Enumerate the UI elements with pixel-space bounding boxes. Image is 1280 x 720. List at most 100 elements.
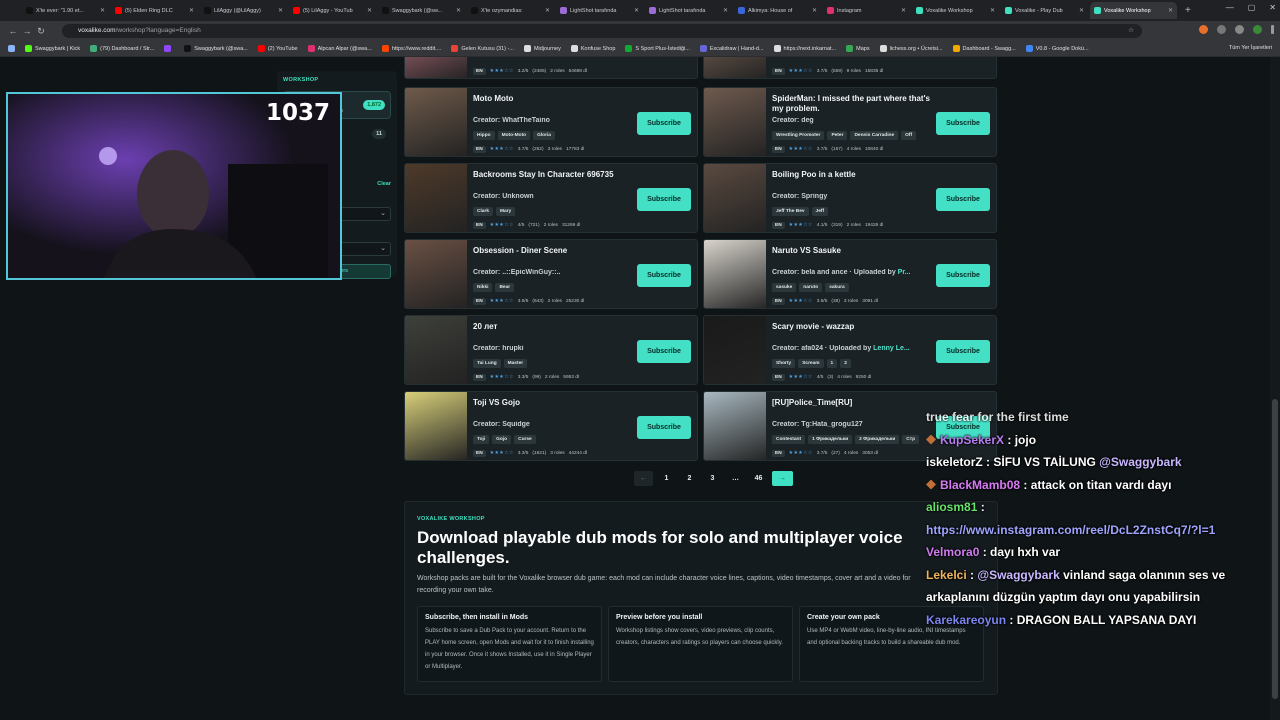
url-input[interactable]: voxalike.com/workshop?language=English ☆ [62,24,1142,38]
browser-tab[interactable]: Voxalike - Play Dub ✕ [1001,2,1088,19]
mod-thumbnail[interactable] [704,240,766,308]
browser-tab[interactable]: (5) LilAggy - YouTub ✕ [289,2,376,19]
subscribe-button[interactable]: Subscribe [637,264,691,287]
bookmark-item[interactable]: https://www.reddit.... [381,45,441,52]
puzzle-icon[interactable] [1217,25,1226,34]
new-tab-icon[interactable]: + [1185,5,1191,16]
subscribe-button[interactable]: Subscribe [637,416,691,439]
page-link[interactable]: 2 [680,471,699,486]
browser-tab[interactable]: X'te ever: "1.90 et... ✕ [22,2,109,19]
close-tab-icon[interactable]: ✕ [1168,7,1173,14]
mod-thumbnail[interactable] [704,392,766,460]
extension-icon[interactable] [1199,25,1208,34]
mod-thumbnail[interactable] [704,164,766,232]
mod-title[interactable]: Obsession - Diner Scene [473,246,633,256]
mod-title[interactable]: Boiling Poo in a kettle [772,170,932,180]
apps-icon[interactable] [8,45,15,52]
close-tab-icon[interactable]: ✕ [456,7,461,14]
browser-tab[interactable]: (5) Elden Ring DLC ✕ [111,2,198,19]
browser-tab[interactable]: Voxalike Workshop ✕ [1090,2,1177,19]
subscribe-button[interactable]: Subscribe [637,340,691,363]
profile-avatar[interactable] [1253,25,1262,34]
prev-page-button[interactable]: ← [634,471,653,486]
close-tab-icon[interactable]: ✕ [634,7,639,14]
bookmark-item[interactable]: (2) YouTube [257,45,298,52]
mod-card[interactable]: EN ★★★☆☆ 3.7/5 (559) 9 roles 15835 dl [703,57,997,79]
mod-card[interactable]: Scary movie - wazzap Creator: afa024 · Up… [703,315,997,385]
forward-icon[interactable]: → [20,26,34,36]
bookmark-item[interactable]: (79) Dashboard / Str... [90,45,154,52]
maximize-icon[interactable]: ▢ [1248,3,1256,12]
bookmark-item[interactable]: Swaggybark | Kick [25,45,80,52]
mod-card[interactable]: Boiling Poo in a kettle Creator: Springy J… [703,163,997,233]
subscribe-button[interactable]: Subscribe [936,188,990,211]
menu-icon[interactable] [1271,25,1274,34]
page-link[interactable]: 46 [749,471,768,486]
mod-thumbnail[interactable] [405,164,467,232]
all-bookmarks[interactable]: Tüm Yer İşaretleri [1229,45,1272,51]
browser-tab[interactable]: Alkimya: House of ✕ [734,2,821,19]
mod-card[interactable]: Naruto VS Sasuke Creator: bela and ance ·… [703,239,997,309]
bookmark-item[interactable]: Midjourney [523,45,561,52]
mod-thumbnail[interactable] [704,316,766,384]
mod-title[interactable]: 20 лет [473,322,633,332]
bookmark-item[interactable]: Konfuse Shop [570,45,615,52]
mod-card[interactable]: Backrooms Stay In Character 696735 Creato… [404,163,698,233]
page-scrollbar[interactable] [1270,57,1280,720]
bookmark-item[interactable]: Alpcan Alpar (@swa... [307,45,372,52]
download-icon[interactable] [1235,25,1244,34]
mod-card[interactable]: SpiderMan: I missed the part where that'… [703,87,997,157]
mod-card[interactable]: Toji VS Gojo Creator: Squidge Toji Gojo Curs… [404,391,698,461]
close-tab-icon[interactable]: ✕ [545,7,550,14]
subscribe-button[interactable]: Subscribe [936,340,990,363]
bookmark-item[interactable]: Dashboard - Swagg... [952,45,1016,52]
bookmark-item[interactable]: Maps [846,45,870,52]
mod-title[interactable]: [RU]Police_Time[RU] [772,398,932,408]
bookmark-item[interactable]: S Sport Plus-İstediği... [625,45,690,52]
mod-thumbnail[interactable] [405,316,467,384]
close-window-icon[interactable]: ✕ [1269,3,1276,12]
uploader-link[interactable]: Lenny Le... [873,345,910,352]
bookmark-item[interactable]: Swaggybark (@swa... [184,45,248,52]
bookmark-star-icon[interactable]: ☆ [1128,24,1134,38]
close-tab-icon[interactable]: ✕ [990,7,995,14]
close-tab-icon[interactable]: ✕ [278,7,283,14]
clear-filters-link[interactable]: Clear [377,181,391,187]
mod-thumbnail[interactable] [704,88,766,156]
browser-tab[interactable]: Swaggybark (@sw... ✕ [378,2,465,19]
mod-thumbnail[interactable] [405,392,467,460]
bookmark-item[interactable]: Gelen Kutusu (31) -... [451,45,514,52]
mod-card[interactable]: Obsession - Diner Scene Creator: ..::Epic… [404,239,698,309]
subscribe-button[interactable]: Subscribe [637,112,691,135]
minimize-icon[interactable]: — [1226,3,1234,12]
browser-tab[interactable]: LightShot tarafında ✕ [556,2,643,19]
subscribe-button[interactable]: Subscribe [637,188,691,211]
browser-tab[interactable]: Voxalike Workshop ✕ [912,2,999,19]
close-tab-icon[interactable]: ✕ [100,7,105,14]
close-tab-icon[interactable]: ✕ [1079,7,1084,14]
uploader-link[interactable]: Pr... [898,269,911,276]
close-tab-icon[interactable]: ✕ [723,7,728,14]
bookmark-item[interactable] [164,45,174,52]
mod-title[interactable]: Toji VS Gojo [473,398,633,408]
close-tab-icon[interactable]: ✕ [367,7,372,14]
bookmark-item[interactable]: Excalidraw | Hand-d... [699,45,764,52]
page-link[interactable]: 1 [657,471,676,486]
close-tab-icon[interactable]: ✕ [901,7,906,14]
mod-card[interactable]: 20 лет Creator: hrupki Tai Lung Master Subsc… [404,315,698,385]
mod-thumbnail[interactable] [704,57,766,78]
mod-title[interactable]: SpiderMan: I missed the part where that'… [772,94,932,114]
mod-thumbnail[interactable] [405,88,467,156]
close-tab-icon[interactable]: ✕ [812,7,817,14]
close-tab-icon[interactable]: ✕ [189,7,194,14]
window-controls[interactable]: — ▢ ✕ [1226,3,1276,12]
browser-tab[interactable]: LightShot tarafında ✕ [645,2,732,19]
mod-thumbnail[interactable] [405,57,467,78]
bookmark-item[interactable]: V0.8 - Google Dokü... [1025,45,1089,52]
subscribe-button[interactable]: Subscribe [936,112,990,135]
next-page-button[interactable]: → [772,471,793,486]
mod-card[interactable]: Moto Moto Creator: WhatTheTaino Hippo Moto-… [404,87,698,157]
browser-tab[interactable]: Instagram ✕ [823,2,910,19]
bookmark-item[interactable]: https://next.inkarnat... [773,45,836,52]
mod-title[interactable]: Naruto VS Sasuke [772,246,932,256]
